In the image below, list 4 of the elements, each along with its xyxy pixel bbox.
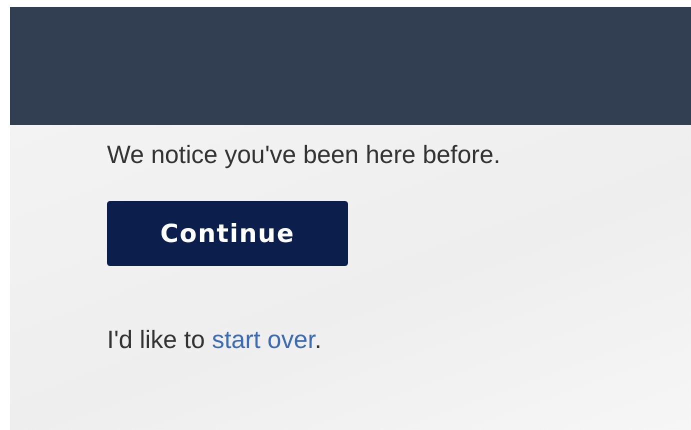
- start-over-text: I'd like to start over.: [107, 325, 322, 356]
- continue-button[interactable]: Continue: [107, 201, 348, 266]
- start-over-link[interactable]: start over: [212, 326, 315, 354]
- notice-text: We notice you've been here before.: [107, 140, 500, 171]
